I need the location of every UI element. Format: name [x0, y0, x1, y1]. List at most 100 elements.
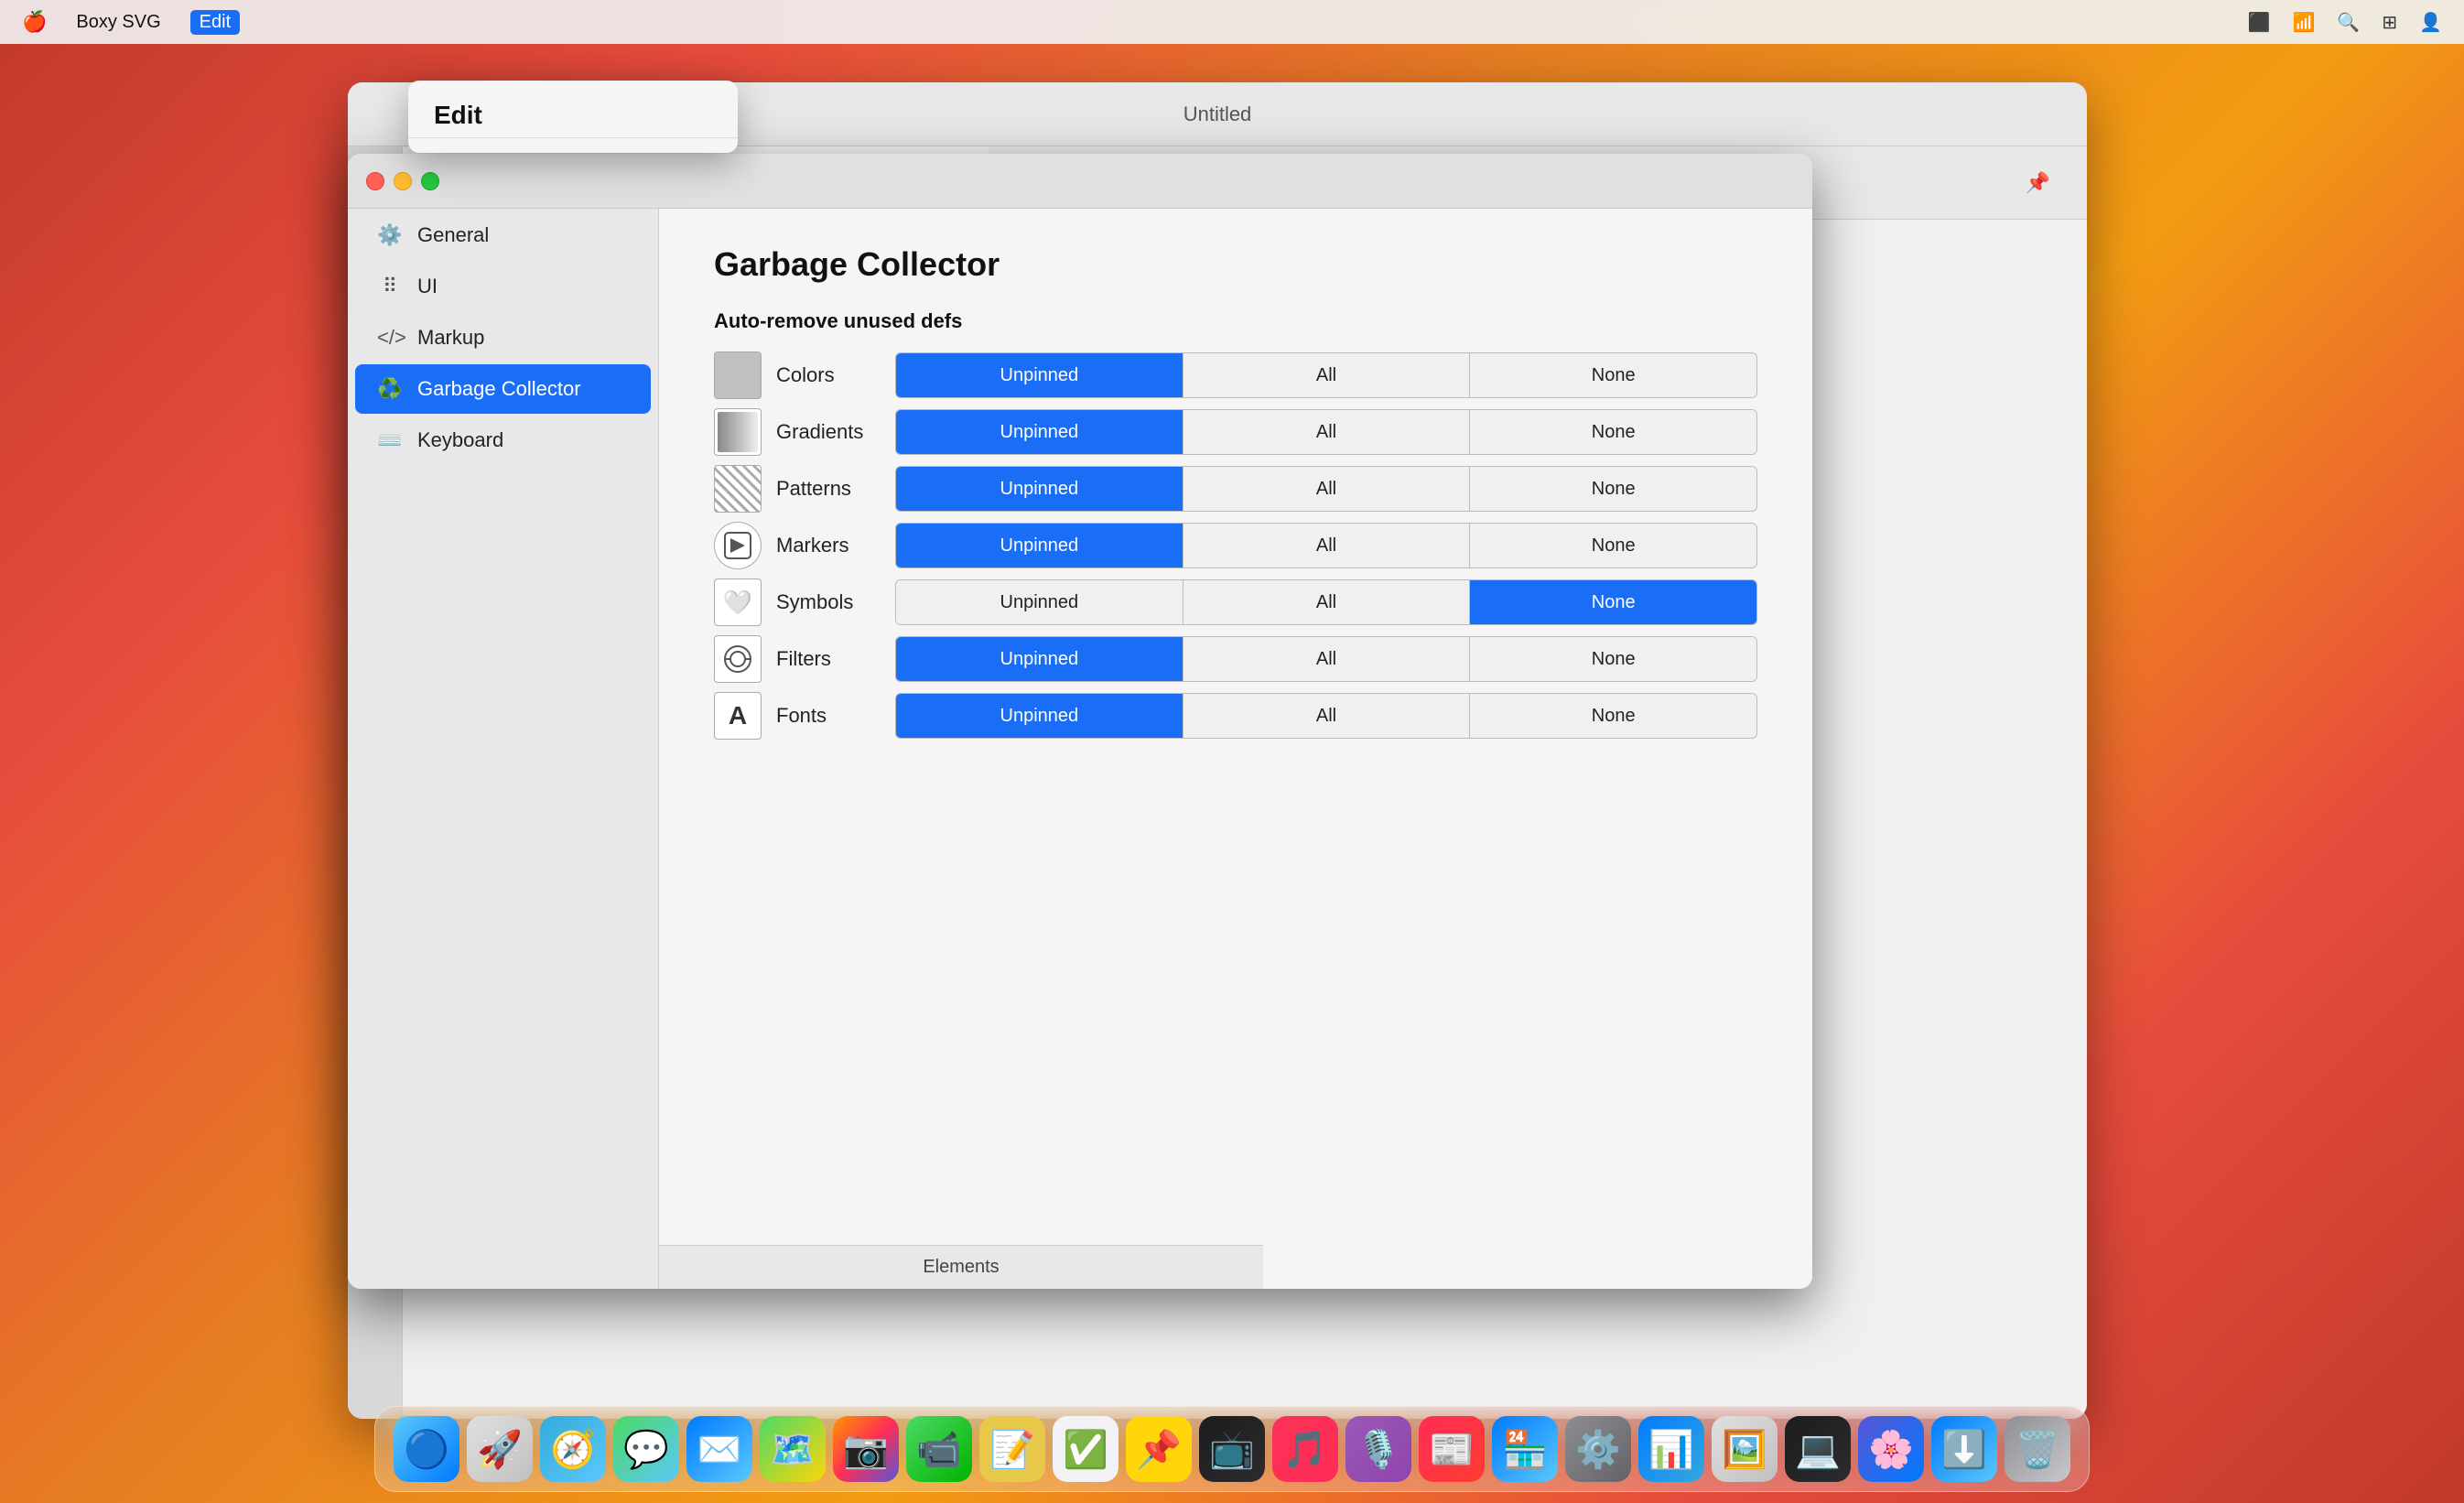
- sidebar-item-ui[interactable]: ⠿ UI: [355, 262, 651, 311]
- markup-icon: </>: [377, 326, 403, 350]
- menubar-boxysvg[interactable]: Boxy SVG: [76, 12, 160, 33]
- gc-row-colors: Colors Unpinned All None: [714, 351, 1757, 399]
- sidebar-label-markup: Markup: [417, 326, 484, 350]
- ui-icon: ⠿: [377, 275, 403, 298]
- filters-none-btn[interactable]: None: [1470, 637, 1756, 681]
- sidebar-label-ui: UI: [417, 275, 438, 298]
- patterns-none-btn[interactable]: None: [1470, 467, 1756, 511]
- edit-dropdown-title: Edit: [408, 90, 738, 138]
- sidebar-label-keyboard: Keyboard: [417, 428, 503, 452]
- colors-all-btn[interactable]: All: [1183, 353, 1471, 397]
- dock-icon-altimeter[interactable]: 📊: [1638, 1416, 1704, 1482]
- dock-icon-podcasts[interactable]: 🎙️: [1345, 1416, 1411, 1482]
- symbols-unpinned-btn[interactable]: Unpinned: [896, 580, 1183, 624]
- sidebar-item-keyboard[interactable]: ⌨️ Keyboard: [355, 416, 651, 465]
- patterns-label: Patterns: [776, 477, 895, 501]
- gc-row-markers: Markers Unpinned All None: [714, 522, 1757, 569]
- dock-icon-music[interactable]: 🎵: [1272, 1416, 1338, 1482]
- maximize-button[interactable]: [421, 172, 439, 190]
- elements-tab-label: Elements: [923, 1257, 999, 1278]
- dock-icon-messages[interactable]: 💬: [613, 1416, 679, 1482]
- gradients-icon: [714, 408, 762, 456]
- filters-unpinned-btn[interactable]: Unpinned: [896, 637, 1183, 681]
- dock-icon-appletv[interactable]: 📺: [1199, 1416, 1265, 1482]
- prefs-titlebar: [348, 154, 1812, 209]
- colors-label: Colors: [776, 363, 895, 387]
- controlcenter-icon[interactable]: ⊞: [2382, 11, 2397, 34]
- symbols-buttons: Unpinned All None: [895, 579, 1757, 625]
- dock-icon-downloader[interactable]: ⬇️: [1931, 1416, 1997, 1482]
- dock-icon-pixelmator[interactable]: 🌸: [1858, 1416, 1924, 1482]
- markers-unpinned-btn[interactable]: Unpinned: [896, 524, 1183, 568]
- filters-buttons: Unpinned All None: [895, 636, 1757, 682]
- section-subtitle: Auto-remove unused defs: [714, 309, 1757, 333]
- markers-icon: [714, 522, 762, 569]
- preferences-window: ⚙️ General ⠿ UI </> Markup ♻️ Garbage Co…: [348, 154, 1812, 1289]
- garbage-icon: ♻️: [377, 377, 403, 401]
- symbols-all-btn[interactable]: All: [1183, 580, 1471, 624]
- symbols-label: Symbols: [776, 590, 895, 614]
- screen-icon: ⬛: [2248, 11, 2271, 34]
- dock-icon-syspref[interactable]: ⚙️: [1565, 1416, 1631, 1482]
- fonts-icon: A: [714, 692, 762, 740]
- markers-none-btn[interactable]: None: [1470, 524, 1756, 568]
- dock-icon-appstore[interactable]: 🏪: [1492, 1416, 1558, 1482]
- menubar-right-icons: ⬛ 📶 🔍 ⊞ 👤: [2248, 11, 2442, 34]
- colors-buttons: Unpinned All None: [895, 352, 1757, 398]
- dock-icon-photos[interactable]: 📷: [833, 1416, 899, 1482]
- dock-icon-launchpad[interactable]: 🚀: [467, 1416, 533, 1482]
- menubar: 🍎 Boxy SVG Edit ⬛ 📶 🔍 ⊞ 👤: [0, 0, 2464, 44]
- wifi-icon: 📶: [2293, 11, 2316, 34]
- dock-icon-maps[interactable]: 🗺️: [760, 1416, 826, 1482]
- filters-all-btn[interactable]: All: [1183, 637, 1471, 681]
- keyboard-icon: ⌨️: [377, 428, 403, 452]
- gradients-none-btn[interactable]: None: [1470, 410, 1756, 454]
- patterns-unpinned-btn[interactable]: Unpinned: [896, 467, 1183, 511]
- prefs-title: Garbage Collector: [714, 245, 1757, 284]
- elements-tab[interactable]: Elements: [659, 1245, 1263, 1289]
- fonts-label: Fonts: [776, 704, 895, 728]
- colors-none-btn[interactable]: None: [1470, 353, 1756, 397]
- fonts-none-btn[interactable]: None: [1470, 694, 1756, 738]
- apple-menu[interactable]: 🍎: [22, 10, 47, 34]
- edit-dropdown: Edit: [408, 81, 738, 153]
- dock-icon-reminders[interactable]: ✅: [1053, 1416, 1119, 1482]
- gc-row-filters: Filters Unpinned All None: [714, 635, 1757, 683]
- search-icon[interactable]: 🔍: [2337, 11, 2360, 34]
- dock-icon-safari[interactable]: 🧭: [540, 1416, 606, 1482]
- pin-icon[interactable]: 📌: [2026, 171, 2050, 195]
- minimize-button[interactable]: [394, 172, 412, 190]
- colors-unpinned-btn[interactable]: Unpinned: [896, 353, 1183, 397]
- markers-all-btn[interactable]: All: [1183, 524, 1471, 568]
- patterns-all-btn[interactable]: All: [1183, 467, 1471, 511]
- dock-icon-facetime[interactable]: 📹: [906, 1416, 972, 1482]
- dock-icon-news[interactable]: 📰: [1419, 1416, 1485, 1482]
- sidebar-item-garbage[interactable]: ♻️ Garbage Collector: [355, 364, 651, 414]
- menubar-edit[interactable]: Edit: [190, 10, 240, 35]
- dock-icon-mail[interactable]: ✉️: [686, 1416, 752, 1482]
- fonts-unpinned-btn[interactable]: Unpinned: [896, 694, 1183, 738]
- dock-icon-notes[interactable]: 📝: [979, 1416, 1045, 1482]
- sidebar-label-garbage: Garbage Collector: [417, 377, 581, 401]
- symbols-none-btn[interactable]: None: [1470, 580, 1756, 624]
- dock-icon-terminal[interactable]: 💻: [1785, 1416, 1851, 1482]
- sidebar-item-general[interactable]: ⚙️ General: [355, 211, 651, 260]
- gc-row-symbols: 🤍 Symbols Unpinned All None: [714, 578, 1757, 626]
- dock-icon-finder[interactable]: 🔵: [394, 1416, 459, 1482]
- dock-icon-preview[interactable]: 🖼️: [1712, 1416, 1778, 1482]
- general-icon: ⚙️: [377, 223, 403, 247]
- gradients-unpinned-btn[interactable]: Unpinned: [896, 410, 1183, 454]
- markers-buttons: Unpinned All None: [895, 523, 1757, 568]
- gradients-all-btn[interactable]: All: [1183, 410, 1471, 454]
- close-button[interactable]: [366, 172, 384, 190]
- fonts-all-btn[interactable]: All: [1183, 694, 1471, 738]
- dock-icon-trash[interactable]: 🗑️: [2005, 1416, 2070, 1482]
- symbols-icon: 🤍: [714, 578, 762, 626]
- markers-label: Markers: [776, 534, 895, 557]
- gc-row-patterns: Patterns Unpinned All None: [714, 465, 1757, 513]
- colors-icon: [714, 351, 762, 399]
- filters-label: Filters: [776, 647, 895, 671]
- patterns-icon: [714, 465, 762, 513]
- dock-icon-stickies[interactable]: 📌: [1126, 1416, 1192, 1482]
- sidebar-item-markup[interactable]: </> Markup: [355, 313, 651, 362]
